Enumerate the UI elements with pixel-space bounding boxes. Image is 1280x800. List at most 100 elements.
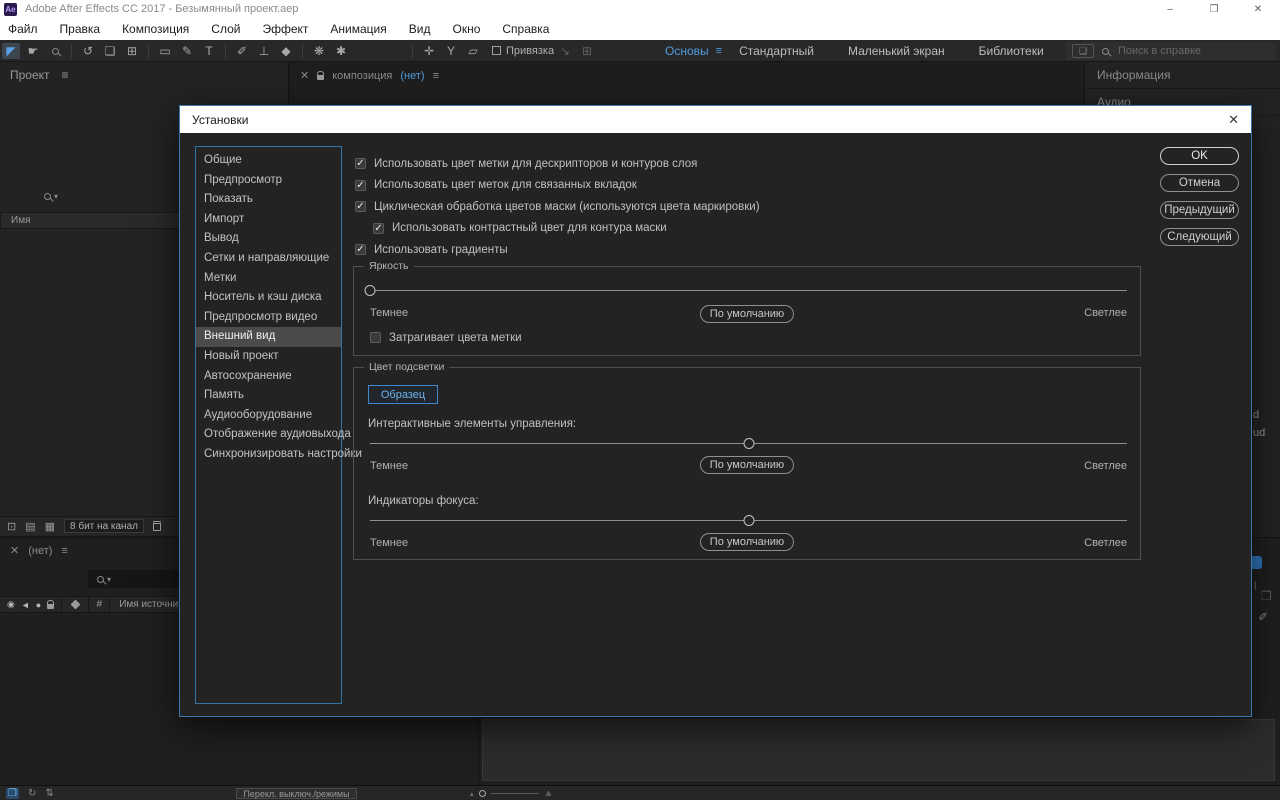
menu-file[interactable]: Файл <box>0 22 49 36</box>
project-tab[interactable]: Проект <box>10 68 50 82</box>
menu-effect[interactable]: Эффект <box>251 22 319 36</box>
rectangle-tool-icon[interactable]: ▭ <box>156 43 174 59</box>
menu-view[interactable]: Вид <box>398 22 442 36</box>
next-button[interactable]: Следующий <box>1160 228 1239 246</box>
caret-down-icon[interactable]: ▾ <box>54 192 58 201</box>
prefs-category-media-disk-cache[interactable]: Носитель и кэш диска <box>196 288 341 308</box>
checkbox[interactable] <box>355 180 366 191</box>
close-tab-icon[interactable]: ✕ <box>10 544 19 557</box>
zoom-in-icon[interactable]: ▲ <box>544 788 554 799</box>
prefs-category-general[interactable]: Общие <box>196 151 341 171</box>
minimize-button[interactable]: – <box>1148 0 1192 18</box>
selection-tool-icon[interactable]: ◤ <box>2 43 20 59</box>
interactive-slider-knob[interactable] <box>743 438 754 449</box>
eye-icon[interactable]: ◉ <box>7 599 15 610</box>
focus-default-button[interactable]: По умолчанию <box>700 533 794 551</box>
snap-option-icon[interactable]: ⊞ <box>578 43 596 59</box>
cancel-button[interactable]: Отмена <box>1160 174 1239 192</box>
label-color-column[interactable] <box>62 601 88 608</box>
menu-edit[interactable]: Правка <box>49 22 112 36</box>
brush-tool-icon[interactable]: ✐ <box>233 43 251 59</box>
prefs-category-output[interactable]: Вывод <box>196 229 341 249</box>
clone-stamp-tool-icon[interactable]: ⊥ <box>255 43 273 59</box>
menu-layer[interactable]: Слой <box>200 22 251 36</box>
search-icon[interactable] <box>44 193 51 200</box>
previous-button[interactable]: Предыдущий <box>1160 201 1239 219</box>
dialog-title-bar[interactable]: Установки ✕ <box>180 106 1251 133</box>
help-search-input[interactable] <box>1116 44 1266 58</box>
focus-slider-track[interactable] <box>370 520 1127 521</box>
audio-icon[interactable]: ◄ <box>21 600 30 610</box>
roto-brush-tool-icon[interactable]: ❋ <box>310 43 328 59</box>
prefs-category-import[interactable]: Импорт <box>196 210 341 230</box>
interactive-slider-track[interactable] <box>370 443 1127 444</box>
pan-behind-tool-icon[interactable]: ⊞ <box>123 43 141 59</box>
prefs-category-new-project[interactable]: Новый проект <box>196 347 341 367</box>
column-name[interactable]: Имя ▲ <box>1 215 203 226</box>
zoom-slider-track[interactable] <box>491 793 539 794</box>
restore-button[interactable]: ❐ <box>1192 0 1236 18</box>
workspace-tab-small-screen[interactable]: Маленький экран <box>831 44 962 58</box>
world-axis-mode-icon[interactable]: Y <box>442 43 460 59</box>
toggle-switches-modes-button[interactable]: Перекл. выключ./режимы <box>236 788 357 799</box>
workspace-tab-essentials[interactable]: Основы <box>648 44 726 58</box>
type-tool-icon[interactable]: T <box>200 43 218 59</box>
bit-depth-button[interactable]: 8 бит на канал <box>64 519 144 533</box>
hand-tool-icon[interactable]: ☛ <box>24 43 42 59</box>
composition-tab[interactable]: ✕ композиция (нет) ≡ <box>290 62 1084 82</box>
new-composition-icon[interactable]: ▦ <box>45 520 55 533</box>
zoom-tool-icon[interactable] <box>46 43 64 59</box>
checkbox[interactable] <box>355 244 366 255</box>
checkbox[interactable] <box>373 223 384 234</box>
prefs-category-memory[interactable]: Память <box>196 386 341 406</box>
new-folder-icon[interactable]: ▤ <box>25 520 35 533</box>
refresh-icon[interactable]: ↻ <box>28 788 36 799</box>
timeline-track-area[interactable] <box>482 719 1275 781</box>
prefs-category-grids-guides[interactable]: Сетки и направляющие <box>196 249 341 269</box>
prefs-category-sync-settings[interactable]: Синхронизировать настройки <box>196 445 341 465</box>
affects-label-colors-checkbox[interactable] <box>370 332 381 343</box>
delete-icon[interactable] <box>153 521 161 531</box>
menu-help[interactable]: Справка <box>491 22 560 36</box>
ok-button[interactable]: OK <box>1160 147 1239 165</box>
snap-checkbox[interactable] <box>492 46 501 55</box>
prefs-category-appearance[interactable]: Внешний вид <box>196 327 341 347</box>
source-name-column[interactable]: Имя источника <box>110 599 188 610</box>
panel-menu-icon[interactable]: ≡ <box>61 545 67 557</box>
menu-window[interactable]: Окно <box>441 22 491 36</box>
lock-icon[interactable] <box>47 604 54 609</box>
snap-label[interactable]: Привязка <box>506 45 554 57</box>
camera-tool-icon[interactable]: ❏ <box>101 43 119 59</box>
toggle-switches-icon[interactable]: ⇅ <box>45 788 53 799</box>
eraser-tool-icon[interactable]: ◆ <box>277 43 295 59</box>
menu-animation[interactable]: Анимация <box>319 22 397 36</box>
local-axis-mode-icon[interactable]: ✛ <box>420 43 438 59</box>
layer-number-column[interactable]: # <box>89 599 109 610</box>
pen-tool-icon[interactable]: ✎ <box>178 43 196 59</box>
zoom-slider-knob[interactable] <box>479 790 486 797</box>
prefs-category-previews[interactable]: Предпросмотр <box>196 171 341 191</box>
checkbox[interactable] <box>355 158 366 169</box>
info-panel-tab[interactable]: Информация <box>1085 62 1280 89</box>
checkbox[interactable] <box>355 201 366 212</box>
solo-icon[interactable]: ● <box>36 600 41 610</box>
panel-menu-icon[interactable]: ≡ <box>62 68 69 82</box>
zoom-out-icon[interactable]: ▴ <box>470 790 474 798</box>
timeline-tab[interactable]: ✕ (нет) ≡ <box>10 544 68 557</box>
workspace-switcher-icon[interactable]: ❑ <box>1072 44 1094 58</box>
workspace-tab-libraries[interactable]: Библиотеки <box>962 44 1061 58</box>
panel-menu-icon[interactable]: ≡ <box>433 70 439 82</box>
menu-composition[interactable]: Композиция <box>111 22 200 36</box>
workspace-tab-standard[interactable]: Стандартный <box>722 44 831 58</box>
view-axis-mode-icon[interactable]: ▱ <box>464 43 482 59</box>
sample-button[interactable]: Образец <box>368 385 438 404</box>
prefs-category-auto-save[interactable]: Автосохранение <box>196 367 341 387</box>
brightness-default-button[interactable]: По умолчанию <box>700 305 794 323</box>
prefs-category-display[interactable]: Показать <box>196 190 341 210</box>
interpret-footage-icon[interactable]: ⊡ <box>7 520 16 533</box>
close-tab-icon[interactable]: ✕ <box>300 69 309 82</box>
focus-slider-knob[interactable] <box>743 515 754 526</box>
puppet-pin-tool-icon[interactable]: ✱ <box>332 43 350 59</box>
prefs-category-labels[interactable]: Метки <box>196 269 341 289</box>
prefs-category-video-preview[interactable]: Предпросмотр видео <box>196 308 341 328</box>
